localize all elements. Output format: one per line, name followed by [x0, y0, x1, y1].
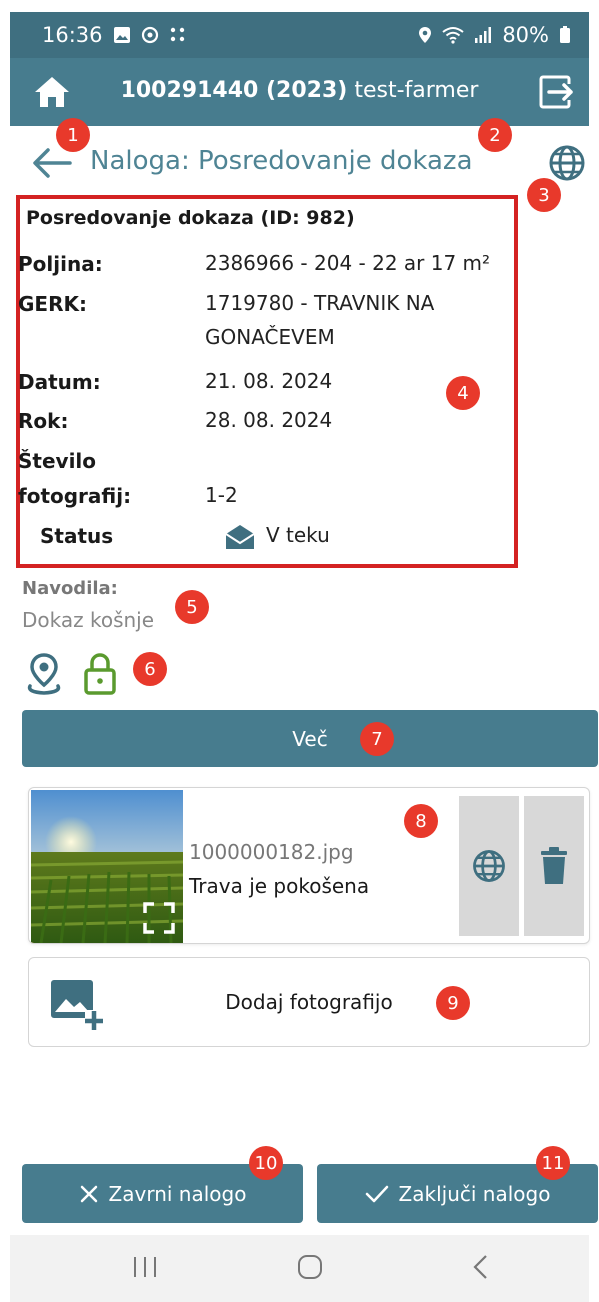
- field-label-poljina: Poljina:: [18, 252, 103, 276]
- status-bar: 16:36 80%: [10, 12, 589, 58]
- annotation-marker-8: 8: [404, 804, 438, 838]
- header-title: 100291440 (2023) test-farmer: [10, 78, 589, 103]
- annotation-marker-7: 7: [360, 722, 394, 756]
- field-value-gerk-line2: GONAČEVEM: [205, 325, 335, 349]
- field-label-stevilo-line1: Število: [18, 449, 97, 473]
- gallery-icon: [113, 26, 131, 44]
- app-header: 100291440 (2023) test-farmer: [10, 58, 589, 126]
- annotation-marker-9: 9: [436, 986, 470, 1020]
- status-time: 16:36: [42, 23, 103, 47]
- annotation-marker-5: 5: [175, 590, 209, 624]
- field-value-gerk-line1: 1719780 - TRAVNIK NA: [205, 291, 435, 315]
- photo-caption: Trava je pokošena: [189, 874, 370, 898]
- globe-icon: [473, 850, 505, 882]
- field-label-gerk: GERK:: [18, 292, 87, 316]
- home-nav-icon[interactable]: [296, 1253, 324, 1285]
- reject-task-label: Zavrni nalogo: [108, 1181, 247, 1206]
- envelope-open-icon: [224, 524, 256, 554]
- map-pin-icon[interactable]: [24, 652, 64, 700]
- instructions-text: Dokaz košnje: [22, 608, 155, 632]
- field-value-poljina: 2386966 - 204 - 22 ar 17 m²: [205, 251, 491, 275]
- back-nav-icon[interactable]: [470, 1253, 492, 1285]
- field-label-rok: Rok:: [18, 409, 69, 433]
- header-username: test-farmer: [354, 78, 479, 103]
- field-value-rok: 28. 08. 2024: [205, 408, 333, 432]
- field-value-stevilo: 1-2: [205, 483, 238, 507]
- system-nav-bar: [10, 1235, 589, 1302]
- battery-level: 80%: [502, 23, 549, 47]
- check-icon: [365, 1185, 388, 1202]
- globe-icon[interactable]: [545, 143, 589, 183]
- page-title: Naloga: Posredovanje dokaza: [90, 146, 473, 176]
- location-status-icon: [418, 26, 432, 44]
- field-label-status: Status: [40, 524, 114, 548]
- annotation-marker-4: 4: [446, 376, 480, 410]
- complete-task-label: Zaključi nalogo: [398, 1181, 551, 1206]
- annotation-marker-11: 11: [536, 1146, 570, 1180]
- field-label-stevilo-line2: fotografij:: [18, 484, 132, 508]
- instructions-label: Navodila:: [22, 578, 118, 599]
- photo-location-button[interactable]: [459, 796, 519, 936]
- lock-open-icon[interactable]: [80, 652, 120, 700]
- battery-icon: [559, 26, 571, 44]
- photo-delete-button[interactable]: [524, 796, 584, 936]
- annotation-marker-3: 3: [527, 178, 561, 212]
- annotation-marker-1: 1: [56, 118, 90, 152]
- logout-icon[interactable]: [537, 74, 577, 110]
- add-photo-label: Dodaj fotografijo: [225, 990, 393, 1014]
- wifi-icon: [442, 26, 464, 44]
- recent-apps-icon[interactable]: [132, 1253, 158, 1285]
- field-label-datum: Datum:: [18, 370, 101, 394]
- photo-card: 1000000182.jpg Trava je pokošena: [28, 787, 590, 944]
- annotation-marker-10: 10: [249, 1146, 283, 1180]
- annotation-marker-2: 2: [478, 118, 512, 152]
- close-icon: [80, 1185, 97, 1202]
- field-value-datum: 21. 08. 2024: [205, 369, 333, 393]
- sync-icon: [141, 26, 159, 44]
- signal-icon: [474, 26, 492, 44]
- more-button[interactable]: Več: [22, 710, 598, 767]
- details-title: Posredovanje dokaza (ID: 982): [26, 207, 355, 229]
- field-value-status: V teku: [266, 523, 330, 547]
- fullscreen-icon[interactable]: [143, 902, 175, 934]
- annotation-marker-6: 6: [133, 652, 167, 686]
- header-account-id: 100291440 (2023): [120, 78, 348, 103]
- trash-icon: [541, 847, 567, 884]
- photo-filename: 1000000182.jpg: [189, 840, 354, 864]
- apps-icon: [169, 26, 187, 44]
- add-photo-button[interactable]: Dodaj fotografijo: [28, 957, 590, 1047]
- photo-thumbnail[interactable]: [31, 790, 183, 943]
